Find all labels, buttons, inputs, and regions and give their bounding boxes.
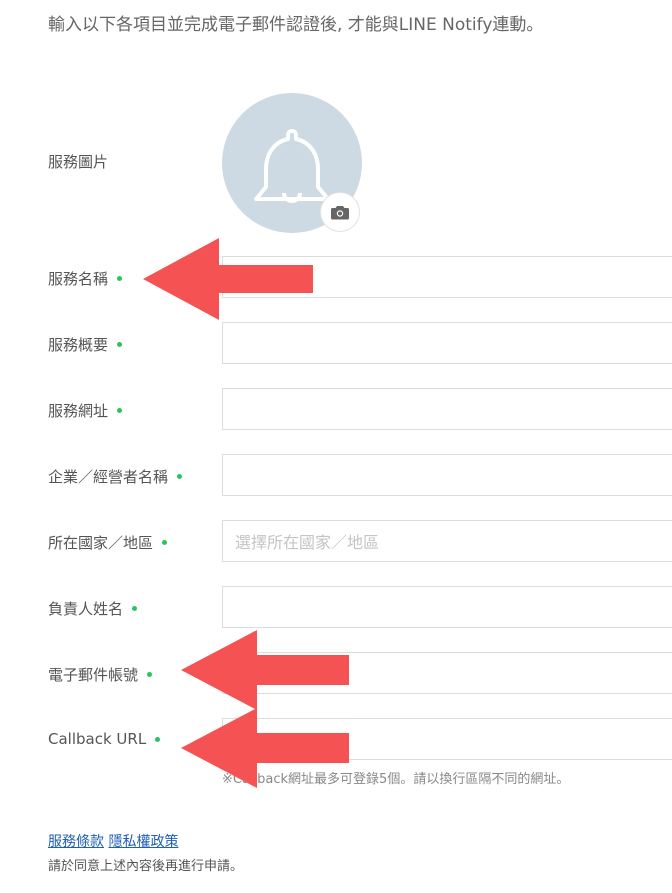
service-summary-label-text: 服務概要: [48, 336, 109, 354]
person-label: 負責人姓名: [48, 598, 138, 619]
required-indicator: [177, 474, 183, 479]
annotation-arrow-icon: [181, 708, 349, 788]
consent-note: 請於同意上述內容後再進行申請。: [48, 859, 244, 874]
required-indicator: [147, 672, 153, 677]
callback-url-label: Callback URL: [48, 730, 161, 748]
annotation-arrow-icon: [143, 238, 313, 320]
person-label-text: 負責人姓名: [48, 600, 124, 618]
service-url-input[interactable]: [222, 388, 672, 430]
country-select[interactable]: 選擇所在國家／地區: [222, 520, 672, 562]
line-notify-registration-page: 輸入以下各項目並完成電子郵件認證後, 才能與LINE Notify連動。 服務圖…: [0, 0, 672, 893]
country-placeholder: 選擇所在國家／地區: [235, 533, 380, 552]
required-indicator: [162, 540, 168, 545]
country-label-text: 所在國家／地區: [48, 534, 154, 552]
service-name-label-text: 服務名稱: [48, 270, 109, 288]
required-indicator: [117, 342, 123, 347]
terms-link[interactable]: 服務條款: [48, 834, 104, 850]
service-name-label: 服務名稱: [48, 268, 123, 289]
company-label-text: 企業／經營者名稱: [48, 468, 169, 486]
required-indicator: [155, 736, 161, 742]
callback-url-label-text: Callback URL: [48, 730, 147, 748]
person-input[interactable]: [222, 586, 672, 628]
service-url-label-text: 服務網址: [48, 402, 109, 420]
service-image-label-text: 服務圖片: [48, 153, 109, 171]
service-url-label: 服務網址: [48, 400, 123, 421]
footer-links: 服務條款 隱私權政策: [48, 831, 178, 851]
company-label: 企業／經營者名稱: [48, 466, 183, 487]
country-label: 所在國家／地區: [48, 532, 168, 553]
annotation-arrow-icon: [181, 630, 349, 710]
email-label-text: 電子郵件帳號: [48, 666, 139, 684]
required-indicator: [117, 408, 123, 413]
camera-icon: [331, 205, 349, 219]
service-image-label: 服務圖片: [48, 151, 108, 172]
required-indicator: [132, 606, 138, 611]
company-input[interactable]: [222, 454, 672, 496]
intro-text: 輸入以下各項目並完成電子郵件認證後, 才能與LINE Notify連動。: [48, 15, 544, 35]
required-indicator: [117, 276, 123, 281]
privacy-link[interactable]: 隱私權政策: [108, 834, 178, 850]
service-summary-label: 服務概要: [48, 334, 123, 355]
service-summary-input[interactable]: [222, 322, 672, 364]
email-label: 電子郵件帳號: [48, 664, 153, 685]
upload-image-button[interactable]: [320, 192, 360, 232]
